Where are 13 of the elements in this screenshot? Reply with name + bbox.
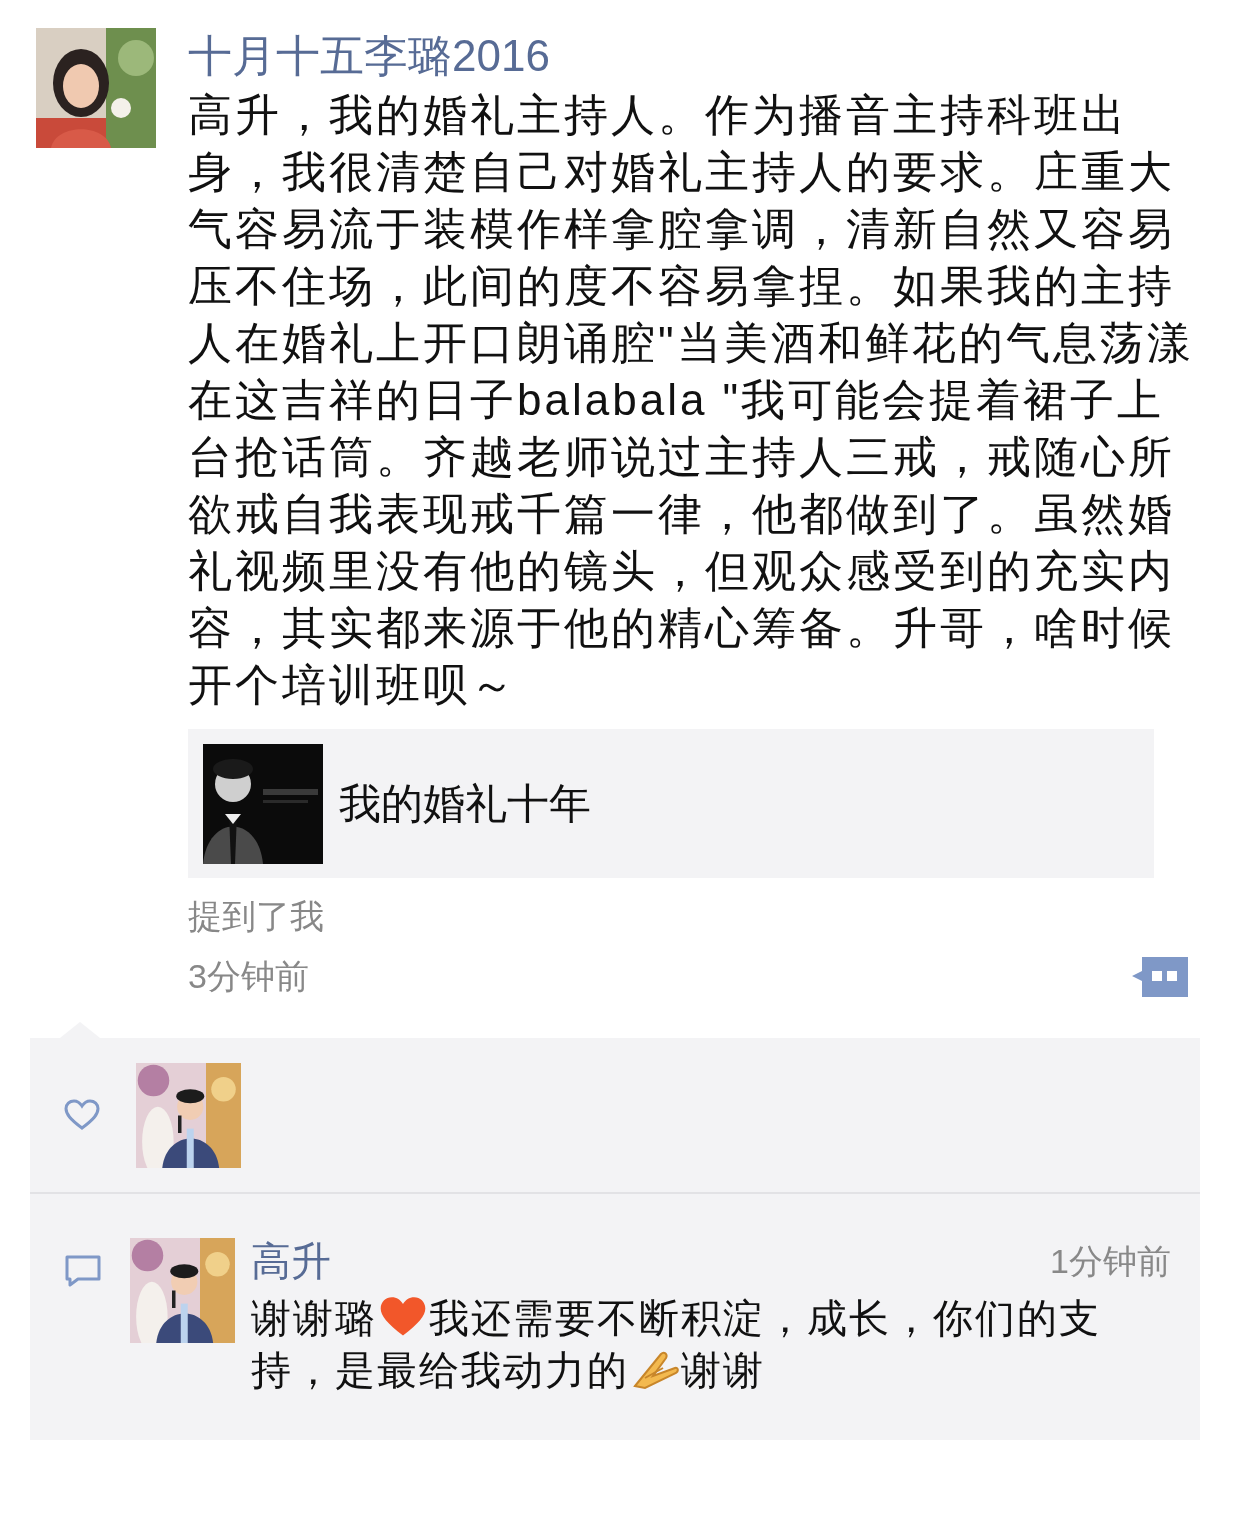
heart-icon [64, 1099, 100, 1131]
heart-emoji-icon [379, 1296, 427, 1338]
comment-menu-icon[interactable] [1132, 955, 1190, 997]
comment-text: 谢谢璐 我还需要不断积淀，成长，你们的支持，是最给我动力的 谢谢 [251, 1295, 1102, 1394]
mention-label: 提到了我 [188, 896, 324, 937]
link-card[interactable]: 我的婚礼十年 [188, 729, 1154, 878]
author-name[interactable]: 十月十五李璐2016 [188, 28, 550, 84]
post-text: 高升，我的婚礼主持人。作为播音主持科班出身，我很清楚自己对婚礼主持人的要求。庄重大气容易流于装模作样拿腔拿调，清新自然又容易压不住场，此间的度不容易拿捏。如果我的主持人在婚礼上开口朗诵腔"当美酒和鲜花的气息荡漾在这吉祥的日子balabala "我可能会提着裙子上台抢话筒。齐越老师说过主持人三戒，戒随心所欲戒自我表现戒千篇一律，他都做到了。虽然婚礼视频里没有他的镜头，但观众感受到的充实内容，其实都来源于他的精心筹备。升哥，啥时候开个培训班呗～ [188, 89, 1195, 711]
comment-time: 1分钟前 [1050, 1241, 1171, 1282]
commenter-name[interactable]: 高升 [251, 1238, 331, 1284]
comment-icon [64, 1254, 102, 1288]
post-time: 3分钟前 [188, 956, 309, 997]
link-title: 我的婚礼十年 [339, 779, 591, 829]
